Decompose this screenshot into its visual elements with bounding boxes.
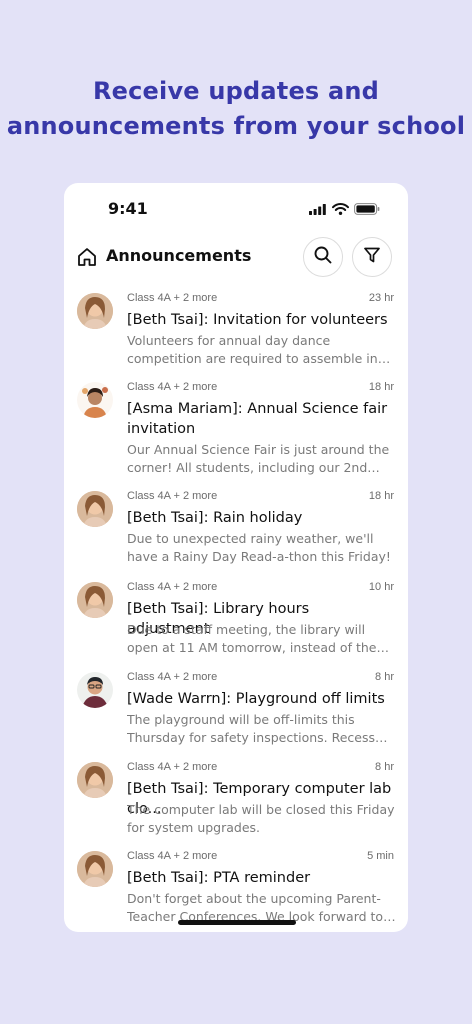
home-icon[interactable]	[76, 246, 98, 268]
announcement-preview: The computer lab will be closed this Fri…	[127, 802, 395, 835]
search-icon	[313, 245, 333, 270]
announcement-title: [Wade Warrn]: Playground off limits	[127, 691, 385, 707]
announcement-list: Class 4A + 2 more 23 hr [Beth Tsai]: Inv…	[64, 287, 408, 932]
announcement-item[interactable]: Class 4A + 2 more 8 hr [Wade Warrn]: Pla…	[64, 666, 408, 756]
announcement-title: [Beth Tsai]: Rain holiday	[127, 510, 303, 526]
battery-icon	[354, 202, 380, 220]
avatar	[77, 672, 113, 708]
phone-screen: 9:41 Announcements Class 4A + 2 more 23 …	[64, 183, 408, 932]
announcement-item[interactable]: Class 4A + 2 more 8 hr [Beth Tsai]: Temp…	[64, 756, 408, 845]
cellular-signal-icon	[309, 202, 327, 220]
avatar	[77, 382, 113, 418]
headline-line-2: announcements from your school	[6, 112, 466, 140]
announcement-preview: Due to unexpected rainy weather, we'll h…	[127, 531, 391, 564]
headline-line-1: Receive updates and	[92, 77, 380, 105]
status-bar: 9:41	[64, 183, 408, 233]
announcement-preview: The playground will be off-limits this T…	[127, 712, 376, 745]
filter-button[interactable]	[352, 237, 392, 277]
timestamp: 5 min	[367, 850, 394, 862]
timestamp: 23 hr	[368, 292, 394, 304]
announcement-preview: Our Annual Science Fair is just around t…	[127, 442, 390, 475]
class-info: Class 4A + 2 more	[127, 581, 218, 593]
announcement-preview: Volunteers for annual day dance competit…	[127, 333, 378, 366]
timestamp: 8 hr	[375, 671, 394, 683]
announcement-item[interactable]: Class 4A + 2 more 18 hr [Beth Tsai]: Rai…	[64, 485, 408, 576]
avatar	[77, 491, 113, 527]
class-info: Class 4A + 2 more	[127, 292, 218, 304]
announcement-title: [Beth Tsai]: PTA reminder	[127, 870, 311, 886]
announcement-title: [Beth Tsai]: Invitation for volunteers	[127, 312, 388, 328]
class-info: Class 4A + 2 more	[127, 850, 218, 862]
page-title: Announcements	[106, 246, 252, 265]
avatar	[77, 762, 113, 798]
announcement-item[interactable]: Class 4A + 2 more 18 hr [Asma Mariam]: A…	[64, 376, 408, 485]
announcement-item[interactable]: Class 4A + 2 more 5 min [Beth Tsai]: PTA…	[64, 845, 408, 932]
timestamp: 18 hr	[368, 381, 394, 393]
announcement-item[interactable]: Class 4A + 2 more 10 hr [Beth Tsai]: Lib…	[64, 576, 408, 666]
status-icons	[309, 202, 380, 220]
home-indicator[interactable]	[178, 920, 296, 925]
filter-icon	[363, 246, 381, 269]
search-button[interactable]	[303, 237, 343, 277]
class-info: Class 4A + 2 more	[127, 671, 218, 683]
avatar	[77, 293, 113, 329]
class-info: Class 4A + 2 more	[127, 381, 218, 393]
announcement-title: [Asma Mariam]: Annual Science fair invit…	[127, 401, 388, 437]
avatar	[77, 582, 113, 618]
class-info: Class 4A + 2 more	[127, 490, 218, 502]
timestamp: 18 hr	[368, 490, 394, 502]
avatar	[77, 851, 113, 887]
announcements-header: Announcements	[64, 235, 408, 279]
timestamp: 8 hr	[375, 761, 394, 773]
class-info: Class 4A + 2 more	[127, 761, 218, 773]
timestamp: 10 hr	[368, 581, 394, 593]
announcement-item[interactable]: Class 4A + 2 more 23 hr [Beth Tsai]: Inv…	[64, 287, 408, 376]
status-time: 9:41	[108, 199, 148, 218]
wifi-icon	[332, 202, 349, 220]
announcement-preview: Due to a staff meeting, the library will…	[127, 622, 377, 655]
promo-headline: Receive updates and announcements from y…	[0, 74, 472, 144]
